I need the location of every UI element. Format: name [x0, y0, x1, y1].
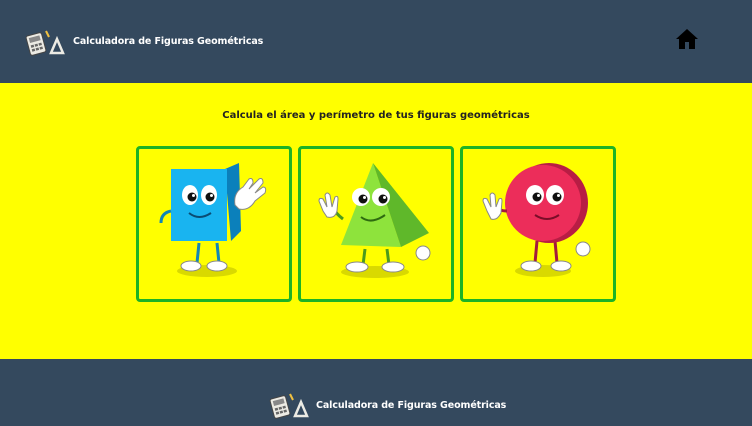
square-card[interactable] [136, 146, 292, 302]
main-section: Calcula el área y perímetro de tus figur… [0, 83, 752, 359]
header-bar: Calculadora de Figuras Geométricas [0, 0, 752, 83]
square-character-icon [159, 163, 267, 277]
calculator-ruler-icon [269, 393, 309, 419]
app-title: Calculadora de Figuras Geométricas [73, 36, 264, 47]
circle-character-icon [482, 163, 591, 277]
footer-brand: Calculadora de Figuras Geométricas [268, 390, 506, 420]
triangle-character-icon [318, 163, 431, 278]
circle-card[interactable] [460, 146, 616, 302]
footer-bar: Calculadora de Figuras Geométricas [0, 359, 752, 426]
triangle-card[interactable] [298, 146, 454, 302]
brand[interactable]: Calculadora de Figuras Geométricas [24, 27, 263, 57]
page-subtitle: Calcula el área y perímetro de tus figur… [222, 110, 530, 121]
calculator-ruler-icon [25, 30, 65, 56]
footer-app-title: Calculadora de Figuras Geométricas [316, 399, 507, 411]
home-icon[interactable] [675, 28, 699, 50]
